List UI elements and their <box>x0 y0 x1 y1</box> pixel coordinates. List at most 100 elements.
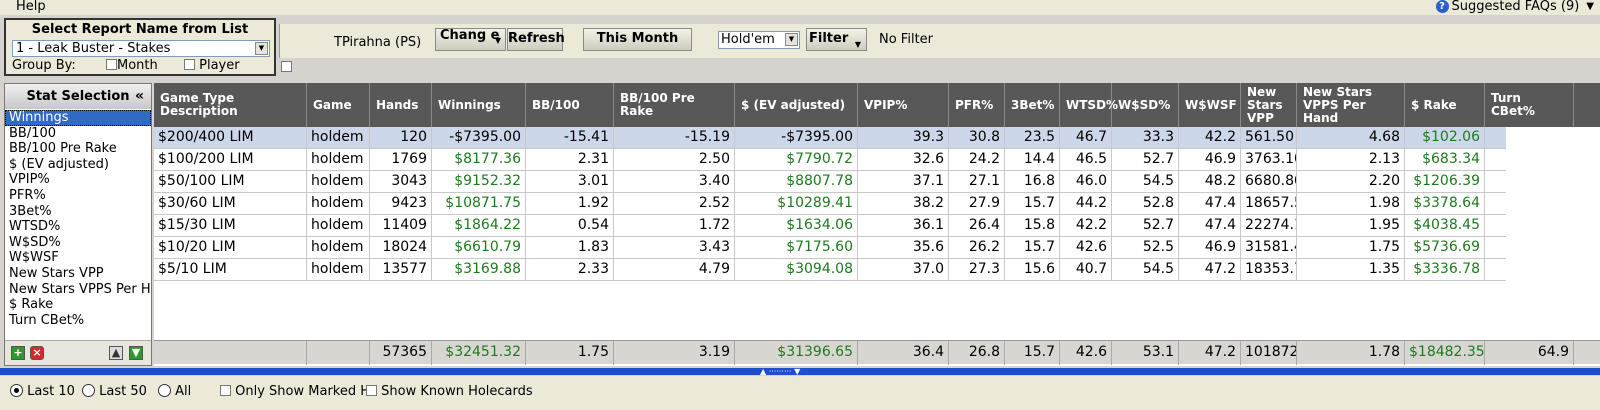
table-cell: 1.83 <box>526 237 614 259</box>
stat-selection-header: Stat Selection « <box>5 84 151 109</box>
move-down-icon[interactable]: ▼ <box>129 346 143 360</box>
table-cell: $200/400 LIM <box>154 127 307 149</box>
table-cell: holdem <box>307 237 370 259</box>
table-empty-area <box>1506 127 1600 340</box>
table-cell: 46.9 <box>1179 237 1241 259</box>
stat-list-item[interactable]: 3Bet% <box>5 204 151 220</box>
column-header[interactable]: W$WSF <box>1179 83 1241 127</box>
table-cell: 32.6 <box>858 149 949 171</box>
remove-stat-icon[interactable]: × <box>30 346 44 360</box>
table-cell: 3.40 <box>614 171 735 193</box>
table-cell: 46.0 <box>1060 171 1112 193</box>
stat-list-item[interactable]: W$SD% <box>5 235 151 251</box>
table-cell: 11409 <box>370 215 432 237</box>
table-cell: 16.8 <box>1005 171 1060 193</box>
stat-list-item[interactable]: WTSD% <box>5 219 151 235</box>
stat-list-item[interactable]: VPIP% <box>5 172 151 188</box>
table-cell: 38.2 <box>858 193 949 215</box>
last-50-option[interactable]: Last 50 <box>82 384 147 399</box>
table-cell: 54.5 <box>1112 171 1179 193</box>
column-header[interactable]: $ (EV adjusted) <box>735 83 858 127</box>
stat-list-item[interactable]: $ (EV adjusted) <box>5 157 151 173</box>
splitter-handle[interactable]: ▲ ········· ▼ <box>0 368 1600 376</box>
table-row[interactable]: $100/200 LIM holdem 1769 $8177.36 2.31 2.50 $7… <box>154 149 1600 171</box>
stat-list-item[interactable]: New Stars VPP <box>5 266 151 282</box>
add-stat-icon[interactable]: + <box>11 346 25 360</box>
all-radio[interactable] <box>158 384 171 397</box>
group-by-player-checkbox[interactable] <box>184 59 195 70</box>
stat-list-item[interactable]: BB/100 <box>5 126 151 142</box>
all-option[interactable]: All <box>158 384 191 399</box>
last-10-label: Last 10 <box>27 384 75 399</box>
column-header[interactable]: VPIP% <box>858 83 949 127</box>
date-range-button[interactable]: This Month <box>583 28 692 51</box>
suggested-faqs[interactable]: ? Suggested FAQs (9) ▼ <box>1435 0 1594 14</box>
table-cell: 18353.74 <box>1241 259 1297 281</box>
move-up-icon[interactable]: ▲ <box>109 346 123 360</box>
game-type-dropdown[interactable]: Hold'em ▼ <box>718 31 800 49</box>
group-by-month[interactable]: Month <box>106 58 158 73</box>
change-player-button[interactable]: Chang e ▼ <box>435 28 506 51</box>
column-header[interactable]: W$SD% <box>1112 83 1179 127</box>
column-header[interactable]: BB/100 <box>526 83 614 127</box>
only-marked-checkbox[interactable] <box>220 385 231 396</box>
table-row[interactable]: $15/30 LIM holdem 11409 $1864.22 0.54 1.72 $16… <box>154 215 1600 237</box>
last-50-radio[interactable] <box>82 384 95 397</box>
total-cell: $32451.32 <box>432 341 526 365</box>
table-row[interactable]: $10/20 LIM holdem 18024 $6610.79 1.83 3.43 $71… <box>154 237 1600 259</box>
chevron-down-icon[interactable]: ▼ <box>785 33 798 46</box>
column-header[interactable]: 3Bet% <box>1005 83 1060 127</box>
table-cell: holdem <box>307 193 370 215</box>
column-header[interactable]: Game <box>307 83 370 127</box>
report-selector-title: Select Report Name from List <box>31 22 249 37</box>
menu-help[interactable]: Help <box>16 0 46 14</box>
table-cell: 2.33 <box>526 259 614 281</box>
group-by-month-checkbox[interactable] <box>106 59 117 70</box>
column-header[interactable]: Hands <box>370 83 432 127</box>
table-cell: 42.2 <box>1179 127 1241 149</box>
collapse-icon[interactable]: « <box>135 84 144 109</box>
last-10-option[interactable]: Last 10 <box>10 384 75 399</box>
show-known-checkbox[interactable] <box>366 385 377 396</box>
table-cell: $5/10 LIM <box>154 259 307 281</box>
only-marked-option[interactable]: Only Show Marked Ha <box>220 384 378 399</box>
table-row[interactable]: $200/400 LIM holdem 120 -$7395.00 -15.41 -15.… <box>154 127 1600 149</box>
table-cell: 0.54 <box>526 215 614 237</box>
show-known-option[interactable]: Show Known Holecards <box>366 384 533 399</box>
chevron-down-icon[interactable]: ▼ <box>255 42 268 55</box>
table-cell: $3169.88 <box>432 259 526 281</box>
stat-list-item[interactable]: Winnings <box>5 110 151 126</box>
table-cell: 4.68 <box>1297 127 1405 149</box>
table-row[interactable]: $50/100 LIM holdem 3043 $9152.32 3.01 3.40 $88… <box>154 171 1600 193</box>
last-10-radio[interactable] <box>10 384 23 397</box>
column-header[interactable]: New Stars VPP <box>1241 83 1297 127</box>
table-row[interactable]: $30/60 LIM holdem 9423 $10871.75 1.92 2.52 $10… <box>154 193 1600 215</box>
filter-button[interactable]: Filter ▼ <box>806 28 867 51</box>
table-cell: 24.2 <box>949 149 1005 171</box>
report-dropdown[interactable]: 1 - Leak Buster - Stakes ▼ <box>12 40 270 57</box>
panel-toggle-checkbox[interactable] <box>281 61 292 72</box>
column-header[interactable]: $ Rake <box>1405 83 1485 127</box>
column-header[interactable]: Winnings <box>432 83 526 127</box>
stat-list-item[interactable]: Turn CBet% <box>5 313 151 329</box>
group-by-player[interactable]: Player <box>184 58 240 73</box>
table-header: Game Type Description Game Hands Winnings BB… <box>154 83 1600 127</box>
stat-list-item[interactable]: BB/100 Pre Rake <box>5 141 151 157</box>
stat-list-item[interactable]: $ Rake <box>5 297 151 313</box>
column-header[interactable]: PFR% <box>949 83 1005 127</box>
column-header[interactable]: Turn CBet% <box>1485 83 1574 127</box>
column-header[interactable]: BB/100 Pre Rake <box>614 83 735 127</box>
column-header[interactable]: New Stars VPPS Per Hand <box>1297 83 1405 127</box>
column-header[interactable]: WTSD% <box>1060 83 1118 127</box>
refresh-button[interactable]: Refresh <box>507 28 565 51</box>
stat-list-item[interactable]: New Stars VPPS Per Hand <box>5 282 151 298</box>
table-cell: -$7395.00 <box>735 127 858 149</box>
stat-list-item[interactable]: PFR% <box>5 188 151 204</box>
table-cell: $102.06 <box>1405 127 1485 149</box>
total-cell: 3.19 <box>614 341 735 365</box>
table-cell: 54.5 <box>1112 259 1179 281</box>
stat-list-item[interactable]: W$WSF <box>5 250 151 266</box>
column-header[interactable]: Game Type Description <box>154 83 307 127</box>
total-cell: 1.75 <box>526 341 614 365</box>
table-row[interactable]: $5/10 LIM holdem 13577 $3169.88 2.33 4.79 $309… <box>154 259 1600 281</box>
